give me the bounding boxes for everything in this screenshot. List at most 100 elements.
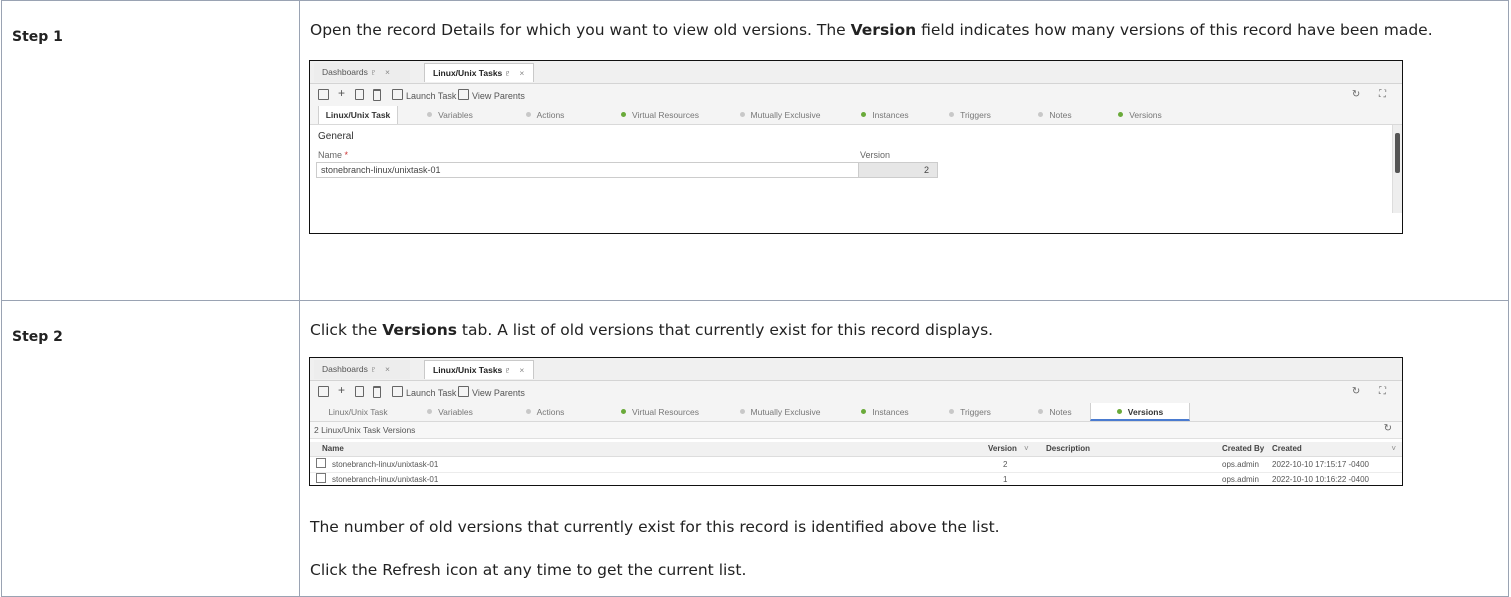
status-dot-icon [1038,409,1044,414]
col-version[interactable]: Version [988,442,1017,456]
tab-linux-unix-task[interactable]: Linux/Unix Task [318,403,398,421]
tab-notes[interactable]: Notes [1010,403,1100,421]
launch-task-button[interactable]: Launch Task [392,386,456,399]
tab-dashboards[interactable]: Dashboards ♇ × [314,360,410,379]
document-icon [316,458,326,468]
status-dot-icon [525,409,531,414]
chevron-down-icon[interactable]: ˅ [1391,442,1396,456]
status-dot-icon [861,112,867,117]
close-icon[interactable]: × [519,365,524,375]
tab-mutually-exclusive[interactable]: Mutually Exclusive [720,106,840,124]
pin-icon[interactable]: ♇ [505,68,511,78]
status-dot-icon [949,112,955,117]
status-dot-icon [1038,112,1044,117]
scrollbar[interactable] [1392,125,1402,213]
tab-variables[interactable]: Variables [406,106,494,124]
status-dot-icon [621,409,627,414]
launch-task-button[interactable]: Launch Task [392,89,456,102]
step-label: Step 1 [12,29,63,45]
step-description: Click the Versions tab. A list of old ve… [300,301,1508,340]
note-count: The number of old versions that currentl… [310,518,1000,536]
name-field[interactable]: stonebranch-linux/unixtask-01 [316,162,860,178]
edit-icon [392,386,403,397]
tab-versions[interactable]: Versions [1090,403,1190,421]
refresh-icon[interactable]: ↻ [1384,423,1392,434]
close-icon[interactable]: × [519,68,524,78]
window-tab-strip: Dashboards ♇ × Linux/Unix Tasks ♇ × [310,358,1402,381]
versions-panel: 2 Linux/Unix Task Versions ↻ Name Versio… [310,422,1402,485]
versions-count: 2 Linux/Unix Task Versions [314,425,416,435]
step-label: Step 2 [12,329,63,345]
screenshot-versions-list: Dashboards ♇ × Linux/Unix Tasks ♇ × + La… [309,357,1403,486]
version-label: Version [860,150,891,160]
save-icon[interactable] [318,386,332,399]
col-created-by[interactable]: Created By [1222,442,1264,456]
window-tab-strip: Dashboards ♇ × Linux/Unix Tasks ♇ × [310,61,1402,84]
col-created[interactable]: Created [1272,442,1302,456]
status-dot-icon [427,409,433,414]
status-dot-icon [427,112,433,117]
step-content-cell: Click the Versions tab. A list of old ve… [299,300,1509,597]
delete-icon[interactable] [373,89,384,103]
tab-versions[interactable]: Versions [1090,106,1190,124]
desc-text: Open the record Details for which you wa… [310,21,851,39]
table-row[interactable]: stonebranch-linux/unixtask-01 1 ops.admi… [310,472,1402,485]
step-description: Open the record Details for which you wa… [300,1,1508,40]
pin-icon[interactable]: ♇ [370,364,376,374]
step-row-1: Step 1 Open the record Details for which… [1,0,1509,301]
record-tabs: Linux/Unix Task Variables Actions Virtua… [310,106,1402,125]
view-parents-button[interactable]: View Parents [458,89,525,102]
tab-instances[interactable]: Instances [840,403,930,421]
tab-linux-unix-tasks[interactable]: Linux/Unix Tasks ♇ × [424,360,534,379]
col-name[interactable]: Name [322,442,344,456]
view-icon [458,89,469,100]
status-dot-icon [739,409,745,414]
add-icon[interactable]: + [338,87,345,99]
tab-linux-unix-task[interactable]: Linux/Unix Task [318,106,398,124]
note-refresh: Click the Refresh icon at any time to ge… [310,561,747,579]
copy-icon[interactable] [355,386,367,399]
tab-instances[interactable]: Instances [840,106,930,124]
tab-actions[interactable]: Actions [500,106,590,124]
sort-icon[interactable]: ˅ [1024,442,1029,456]
desc-bold: Versions [382,321,457,339]
toolbar: + Launch Task View Parents ↻ ⛶ [310,381,1402,403]
tab-virtual-resources[interactable]: Virtual Resources [600,403,720,421]
tab-triggers[interactable]: Triggers [925,403,1015,421]
close-icon[interactable]: × [385,364,390,374]
copy-icon[interactable] [355,89,367,102]
table-row[interactable]: stonebranch-linux/unixtask-01 2 ops.admi… [310,458,1402,471]
col-description[interactable]: Description [1046,442,1090,456]
steps-table: Step 1 Open the record Details for which… [1,0,1509,597]
versions-table-header: Name Version ˅ Description Created By Cr… [310,442,1402,457]
add-icon[interactable]: + [338,384,345,396]
status-dot-icon [739,112,745,117]
refresh-fullscreen-icons[interactable]: ↻ ⛶ [1352,386,1394,397]
document-icon [316,473,326,483]
tab-linux-unix-tasks[interactable]: Linux/Unix Tasks ♇ × [424,63,534,82]
delete-icon[interactable] [373,386,384,400]
tab-triggers[interactable]: Triggers [925,106,1015,124]
record-tabs: Linux/Unix Task Variables Actions Virtua… [310,403,1402,422]
tab-mutually-exclusive[interactable]: Mutually Exclusive [720,403,840,421]
step-label-cell: Step 1 [1,0,300,301]
pin-icon[interactable]: ♇ [505,365,511,375]
screenshot-task-details: Dashboards ♇ × Linux/Unix Tasks ♇ × + La… [309,60,1403,234]
close-icon[interactable]: × [385,67,390,77]
versions-header-bar: 2 Linux/Unix Task Versions ↻ [310,422,1402,439]
status-dot-icon [861,409,867,414]
tab-dashboards[interactable]: Dashboards ♇ × [314,63,410,82]
toolbar: + Launch Task View Parents ↻ ⛶ [310,84,1402,106]
tab-virtual-resources[interactable]: Virtual Resources [600,106,720,124]
tab-notes[interactable]: Notes [1010,106,1100,124]
refresh-fullscreen-icons[interactable]: ↻ ⛶ [1352,89,1394,100]
status-dot-icon [525,112,531,117]
view-parents-button[interactable]: View Parents [458,386,525,399]
name-label: Name * [318,150,349,160]
desc-text: tab. A list of old versions that current… [457,321,994,339]
tab-variables[interactable]: Variables [406,403,494,421]
pin-icon[interactable]: ♇ [370,67,376,77]
save-icon[interactable] [318,89,332,102]
status-dot-icon [1116,409,1122,414]
tab-actions[interactable]: Actions [500,403,590,421]
